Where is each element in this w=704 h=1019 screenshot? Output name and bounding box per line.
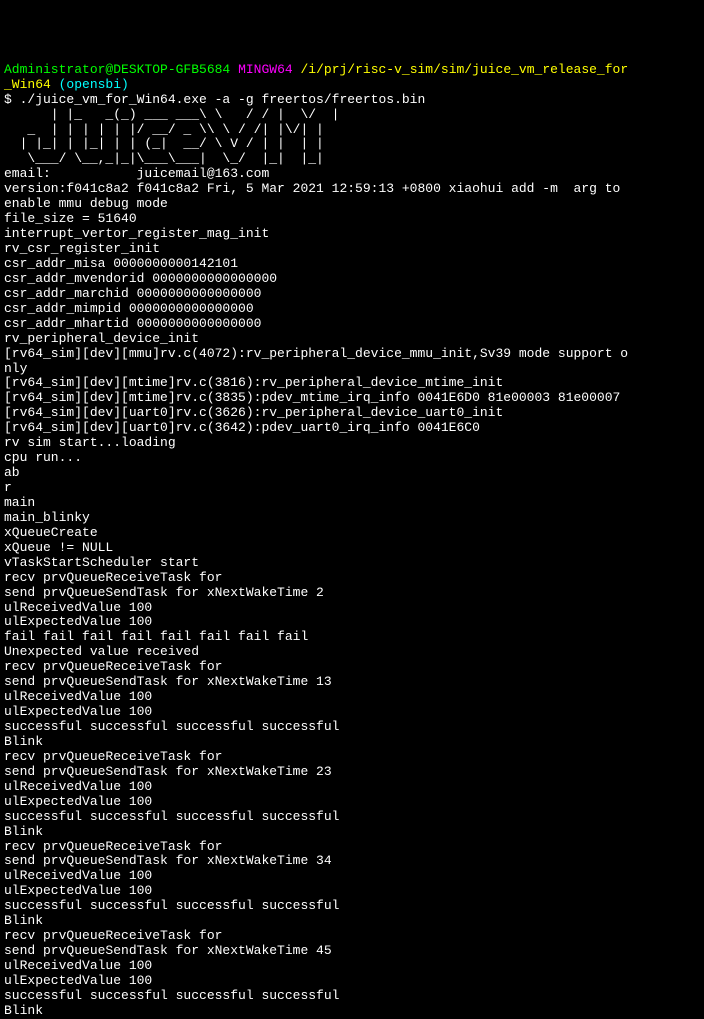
- output-ulrecv-1: ulReceivedValue 100: [4, 600, 152, 615]
- output-mtime2: [rv64_sim][dev][mtime]rv.c(3835):pdev_mt…: [4, 390, 620, 405]
- output-blinky: main_blinky: [4, 510, 90, 525]
- output-ulrecv-5: ulReceivedValue 100: [4, 958, 152, 973]
- output-version2: enable mmu debug mode: [4, 196, 168, 211]
- ascii-art-4: \___/ \__,_|_|\___\___| \_/ |_| |_|: [4, 151, 324, 166]
- output-csr-init: rv_csr_register_init: [4, 241, 160, 256]
- output-ulexp-1: ulExpectedValue 100: [4, 614, 152, 629]
- output-fail: fail fail fail fail fail fail fail fail: [4, 629, 308, 644]
- output-version: version:f041c8a2 f041c8a2 Fri, 5 Mar 202…: [4, 181, 620, 196]
- output-ulrecv-3: ulReceivedValue 100: [4, 779, 152, 794]
- output-filesize: file_size = 51640: [4, 211, 137, 226]
- output-blink-2: Blink: [4, 824, 43, 839]
- output-mmu1: [rv64_sim][dev][mmu]rv.c(4072):rv_periph…: [4, 346, 628, 361]
- output-ab: ab: [4, 465, 20, 480]
- output-ulrecv-2: ulReceivedValue 100: [4, 689, 152, 704]
- prompt-branch: (opensbi): [59, 77, 129, 92]
- output-cpurun: cpu run...: [4, 450, 82, 465]
- ascii-art-3: | |_| | |_| | | (_| __/ \ V / | | | |: [4, 136, 324, 151]
- output-email: email: juicemail@163.com: [4, 166, 269, 181]
- output-xqn: xQueue != NULL: [4, 540, 113, 555]
- output-periph-init: rv_peripheral_device_init: [4, 331, 199, 346]
- output-recv-1: recv prvQueueReceiveTask for: [4, 570, 222, 585]
- output-send-3: send prvQueueSendTask for xNextWakeTime …: [4, 764, 332, 779]
- output-recv-5: recv prvQueueReceiveTask for: [4, 928, 222, 943]
- output-vtask: vTaskStartScheduler start: [4, 555, 199, 570]
- output-main: main: [4, 495, 35, 510]
- ascii-art-2: _ | | | | | |/ __/ _ \\ \ / /| |\/| |: [4, 122, 324, 137]
- output-csr5: csr_addr_mhartid 0000000000000000: [4, 316, 261, 331]
- output-success-4: successful successful successful success…: [4, 988, 339, 1003]
- output-csr4: csr_addr_mimpid 0000000000000000: [4, 301, 254, 316]
- output-success-1: successful successful successful success…: [4, 719, 339, 734]
- output-blink-1: Blink: [4, 734, 43, 749]
- output-recv-4: recv prvQueueReceiveTask for: [4, 839, 222, 854]
- prompt-path: /i/prj/risc-v_sim/sim/juice_vm_release_f…: [300, 62, 628, 77]
- output-send-1: send prvQueueSendTask for xNextWakeTime …: [4, 585, 324, 600]
- output-csr1: csr_addr_misa 0000000000142101: [4, 256, 238, 271]
- output-ulexp-2: ulExpectedValue 100: [4, 704, 152, 719]
- output-csr3: csr_addr_marchid 0000000000000000: [4, 286, 261, 301]
- output-uart1: [rv64_sim][dev][uart0]rv.c(3626):rv_peri…: [4, 405, 503, 420]
- output-ulexp-4: ulExpectedValue 100: [4, 883, 152, 898]
- output-ulrecv-4: ulReceivedValue 100: [4, 868, 152, 883]
- output-start: rv sim start...loading: [4, 435, 176, 450]
- output-blink-3: Blink: [4, 913, 43, 928]
- output-blink-4: Blink: [4, 1003, 43, 1018]
- output-mtime1: [rv64_sim][dev][mtime]rv.c(3816):rv_peri…: [4, 375, 503, 390]
- output-ivr: interrupt_vertor_register_mag_init: [4, 226, 269, 241]
- output-mmu2: nly: [4, 361, 27, 376]
- output-csr2: csr_addr_mvendorid 0000000000000000: [4, 271, 277, 286]
- prompt-user: Administrator@DESKTOP-GFB5684: [4, 62, 230, 77]
- output-success-3: successful successful successful success…: [4, 898, 339, 913]
- ascii-art-1: | |_ _(_) ___ ___\ \ / / | \/ |: [4, 107, 339, 122]
- output-ulexp-5: ulExpectedValue 100: [4, 973, 152, 988]
- prompt-host: MINGW64: [238, 62, 293, 77]
- output-recv-3: recv prvQueueReceiveTask for: [4, 749, 222, 764]
- command-line[interactable]: $ ./juice_vm_for_Win64.exe -a -g freerto…: [4, 92, 425, 107]
- prompt-path-2: _Win64: [4, 77, 51, 92]
- terminal-output: Administrator@DESKTOP-GFB5684 MINGW64 /i…: [4, 62, 628, 1018]
- output-uart2: [rv64_sim][dev][uart0]rv.c(3642):pdev_ua…: [4, 420, 480, 435]
- output-ulexp-3: ulExpectedValue 100: [4, 794, 152, 809]
- output-recv-2: recv prvQueueReceiveTask for: [4, 659, 222, 674]
- output-success-2: successful successful successful success…: [4, 809, 339, 824]
- output-unexp: Unexpected value received: [4, 644, 199, 659]
- output-send-5: send prvQueueSendTask for xNextWakeTime …: [4, 943, 332, 958]
- output-xqc: xQueueCreate: [4, 525, 98, 540]
- output-r: r: [4, 480, 12, 495]
- output-send-2: send prvQueueSendTask for xNextWakeTime …: [4, 674, 332, 689]
- output-send-4: send prvQueueSendTask for xNextWakeTime …: [4, 853, 332, 868]
